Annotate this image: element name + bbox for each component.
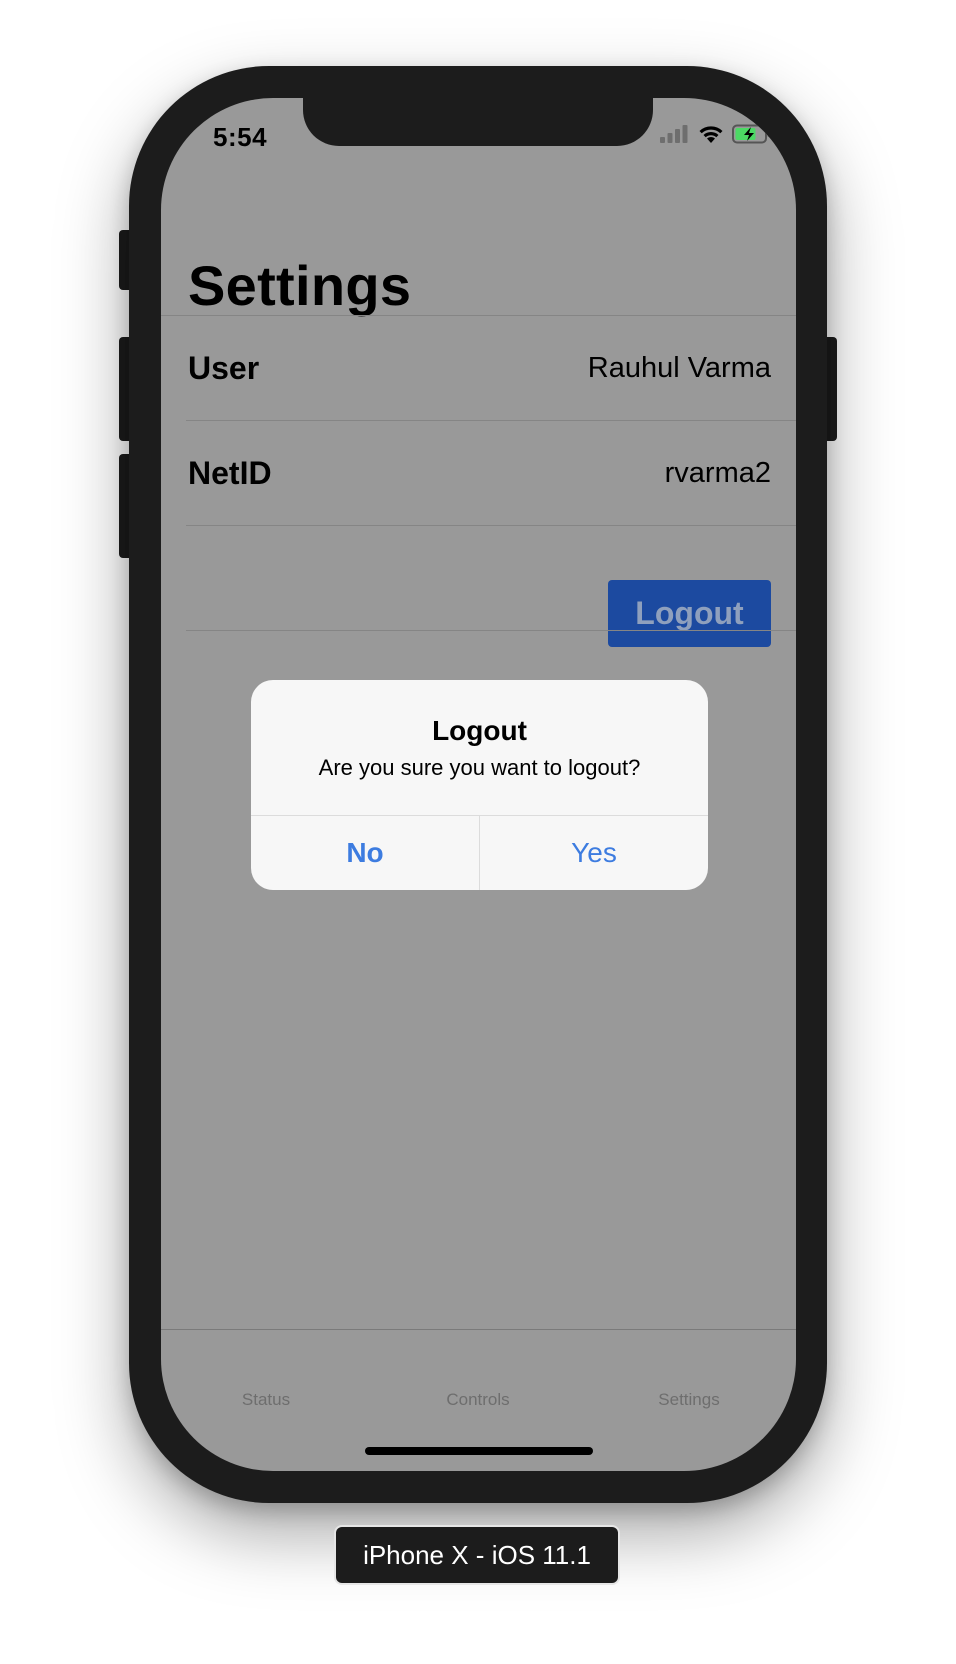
device-label: iPhone X - iOS 11.1: [336, 1527, 618, 1583]
divider: [186, 420, 796, 421]
page-title: Settings: [188, 254, 412, 317]
simulator-stage: 5:54 Settings User Rauhul Varma NetID rv…: [0, 0, 956, 1664]
alert-message: Are you sure you want to logout?: [318, 755, 641, 780]
user-label: User: [188, 350, 260, 386]
logout-alert-dialog: Logout Are you sure you want to logout? …: [251, 680, 708, 890]
netid-value: rvarma2: [664, 457, 771, 489]
alert-title: Logout: [432, 715, 527, 746]
tab-status[interactable]: Status: [166, 1390, 366, 1410]
logout-button[interactable]: Logout: [608, 580, 771, 647]
status-icons: [660, 124, 772, 144]
divider: [161, 315, 796, 316]
divider: [186, 630, 796, 631]
battery-charging-icon: [732, 124, 771, 144]
device-screen: 5:54 Settings User Rauhul Varma NetID rv…: [161, 98, 796, 1471]
notch: [303, 98, 653, 146]
alert-no-button[interactable]: No: [251, 816, 479, 890]
cellular-signal-icon: [660, 125, 688, 143]
alert-yes-button[interactable]: Yes: [480, 816, 708, 890]
wifi-icon: [699, 126, 723, 143]
user-value: Rauhul Varma: [587, 352, 771, 384]
tab-settings[interactable]: Settings: [589, 1390, 789, 1410]
tab-controls[interactable]: Controls: [378, 1390, 578, 1410]
home-indicator[interactable]: [365, 1447, 593, 1455]
divider: [186, 525, 796, 526]
netid-label: NetID: [188, 455, 272, 491]
status-time: 5:54: [213, 122, 268, 152]
